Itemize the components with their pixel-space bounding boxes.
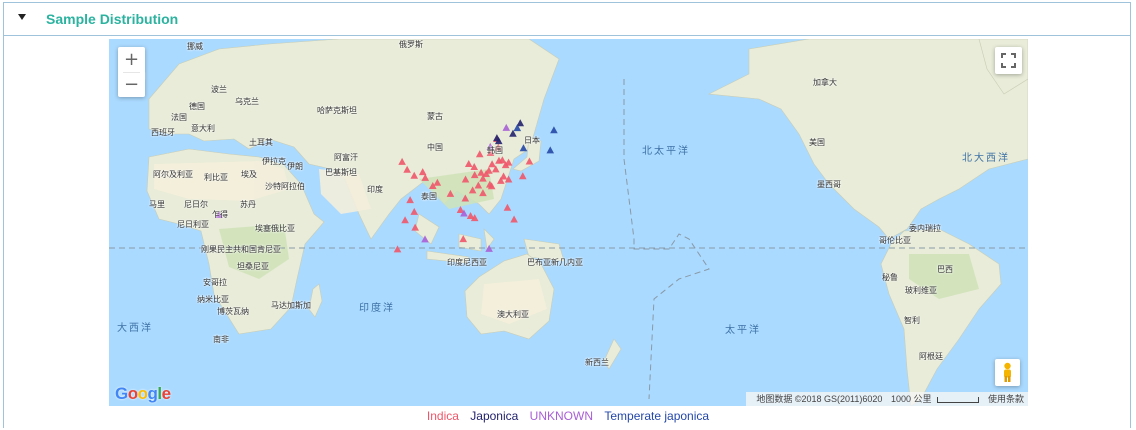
label-madagascar: 马达加斯加 bbox=[271, 301, 311, 310]
legend-temperate-japonica: Temperate japonica bbox=[604, 409, 710, 423]
map-view[interactable]: 挪威 俄罗斯 英国 波兰 乌克兰 德国 法国 西班牙 意大利 哈萨克斯坦 蒙古 … bbox=[109, 39, 1028, 406]
label-usa: 美国 bbox=[809, 138, 825, 147]
label-algeria: 阿尔及利亚 bbox=[153, 170, 193, 179]
collapse-toggle-icon[interactable] bbox=[18, 14, 26, 20]
label-korea: 韩国 bbox=[487, 146, 503, 155]
label-north-pacific: 北太平洋 bbox=[642, 146, 690, 157]
label-russia: 俄罗斯 bbox=[399, 40, 423, 49]
terms-link[interactable]: 使用条款 bbox=[988, 394, 1024, 404]
label-north-atlantic: 北大西洋 bbox=[962, 153, 1010, 164]
label-indonesia: 印度尼西亚 bbox=[447, 258, 487, 267]
label-france: 法国 bbox=[171, 113, 187, 122]
legend-indica: Indica bbox=[426, 409, 459, 423]
panel-title: Sample Distribution bbox=[46, 11, 179, 27]
label-chad: 乍得 bbox=[212, 210, 228, 219]
fullscreen-button[interactable] bbox=[995, 47, 1022, 74]
label-italy: 意大利 bbox=[191, 124, 215, 133]
label-chile: 智利 bbox=[904, 316, 920, 325]
label-poland: 波兰 bbox=[211, 85, 227, 94]
label-australia: 澳大利亚 bbox=[497, 310, 529, 319]
map-data-attribution[interactable]: 地图数据 ©2018 GS(2011)6020 bbox=[756, 394, 882, 404]
label-iran: 伊朗 bbox=[287, 162, 303, 171]
map-attribution-bar: 地图数据 ©2018 GS(2011)6020 1000 公里 使用条款 bbox=[746, 392, 1028, 406]
label-mexico: 墨西哥 bbox=[817, 180, 841, 189]
label-colombia: 哥伦比亚 bbox=[879, 236, 911, 245]
label-angola: 安哥拉 bbox=[203, 278, 227, 287]
label-egypt: 埃及 bbox=[241, 170, 257, 179]
zoom-in-button[interactable]: + bbox=[118, 47, 145, 72]
pegman-icon bbox=[1004, 362, 1011, 382]
label-libya: 利比亚 bbox=[204, 173, 228, 182]
street-view-button[interactable] bbox=[995, 359, 1020, 386]
label-germany: 德国 bbox=[189, 102, 205, 111]
zoom-out-button[interactable]: − bbox=[118, 72, 145, 97]
label-pacific: 太平洋 bbox=[725, 325, 761, 336]
label-kazakhstan: 哈萨克斯坦 bbox=[317, 106, 357, 115]
legend: Indica Japonica UNKNOWN Temperate japoni… bbox=[0, 409, 1136, 423]
legend-unknown: UNKNOWN bbox=[529, 409, 593, 423]
google-logo: Google bbox=[115, 384, 171, 403]
label-venezuela: 委内瑞拉 bbox=[909, 224, 941, 233]
label-iraq: 伊拉克 bbox=[262, 157, 286, 166]
label-ukraine: 乌克兰 bbox=[235, 97, 259, 106]
label-tanzania: 坦桑尼亚 bbox=[237, 262, 269, 271]
label-bolivia: 玻利维亚 bbox=[905, 286, 937, 295]
label-thailand: 泰国 bbox=[421, 192, 437, 201]
label-namibia: 纳米比亚 bbox=[197, 295, 229, 304]
label-niger: 尼日尔 bbox=[184, 200, 208, 209]
label-ethiopia: 埃塞俄比亚 bbox=[255, 224, 295, 233]
panel-header[interactable]: Sample Distribution bbox=[4, 3, 1130, 36]
label-drc: 刚果民主共和国 bbox=[201, 245, 257, 254]
label-pakistan: 巴基斯坦 bbox=[325, 168, 357, 177]
label-indian-ocean: 印度洋 bbox=[359, 303, 395, 314]
label-argentina: 阿根廷 bbox=[919, 352, 943, 361]
label-mongolia: 蒙古 bbox=[427, 112, 443, 121]
label-saudi: 沙特阿拉伯 bbox=[265, 182, 305, 191]
label-new-zealand: 新西兰 bbox=[585, 358, 609, 367]
label-india: 印度 bbox=[367, 185, 383, 194]
label-png: 巴布亚新几内亚 bbox=[527, 258, 583, 267]
map-basemap bbox=[109, 39, 1028, 406]
label-china: 中国 bbox=[427, 143, 443, 152]
scale-bar bbox=[937, 396, 980, 403]
fullscreen-icon bbox=[1001, 53, 1016, 68]
label-kenya: 肯尼亚 bbox=[257, 245, 281, 254]
label-peru: 秘鲁 bbox=[882, 273, 898, 282]
label-afghanistan: 阿富汗 bbox=[334, 153, 358, 162]
label-mali: 马里 bbox=[149, 200, 165, 209]
label-canada: 加拿大 bbox=[813, 78, 837, 87]
label-spain: 西班牙 bbox=[151, 128, 175, 137]
label-south-africa: 南非 bbox=[213, 335, 229, 344]
legend-japonica: Japonica bbox=[470, 409, 519, 423]
zoom-control: + − bbox=[118, 47, 145, 97]
label-botswana: 博茨瓦纳 bbox=[217, 307, 249, 316]
label-brazil: 巴西 bbox=[937, 265, 953, 274]
label-sudan: 苏丹 bbox=[240, 200, 256, 209]
label-norway: 挪威 bbox=[187, 42, 203, 51]
scale-label[interactable]: 1000 公里 bbox=[891, 394, 932, 404]
label-nigeria: 尼日利亚 bbox=[177, 220, 209, 229]
label-turkey: 土耳其 bbox=[249, 138, 273, 147]
label-japan: 日本 bbox=[524, 136, 540, 145]
label-atlantic: 大西洋 bbox=[117, 323, 153, 334]
